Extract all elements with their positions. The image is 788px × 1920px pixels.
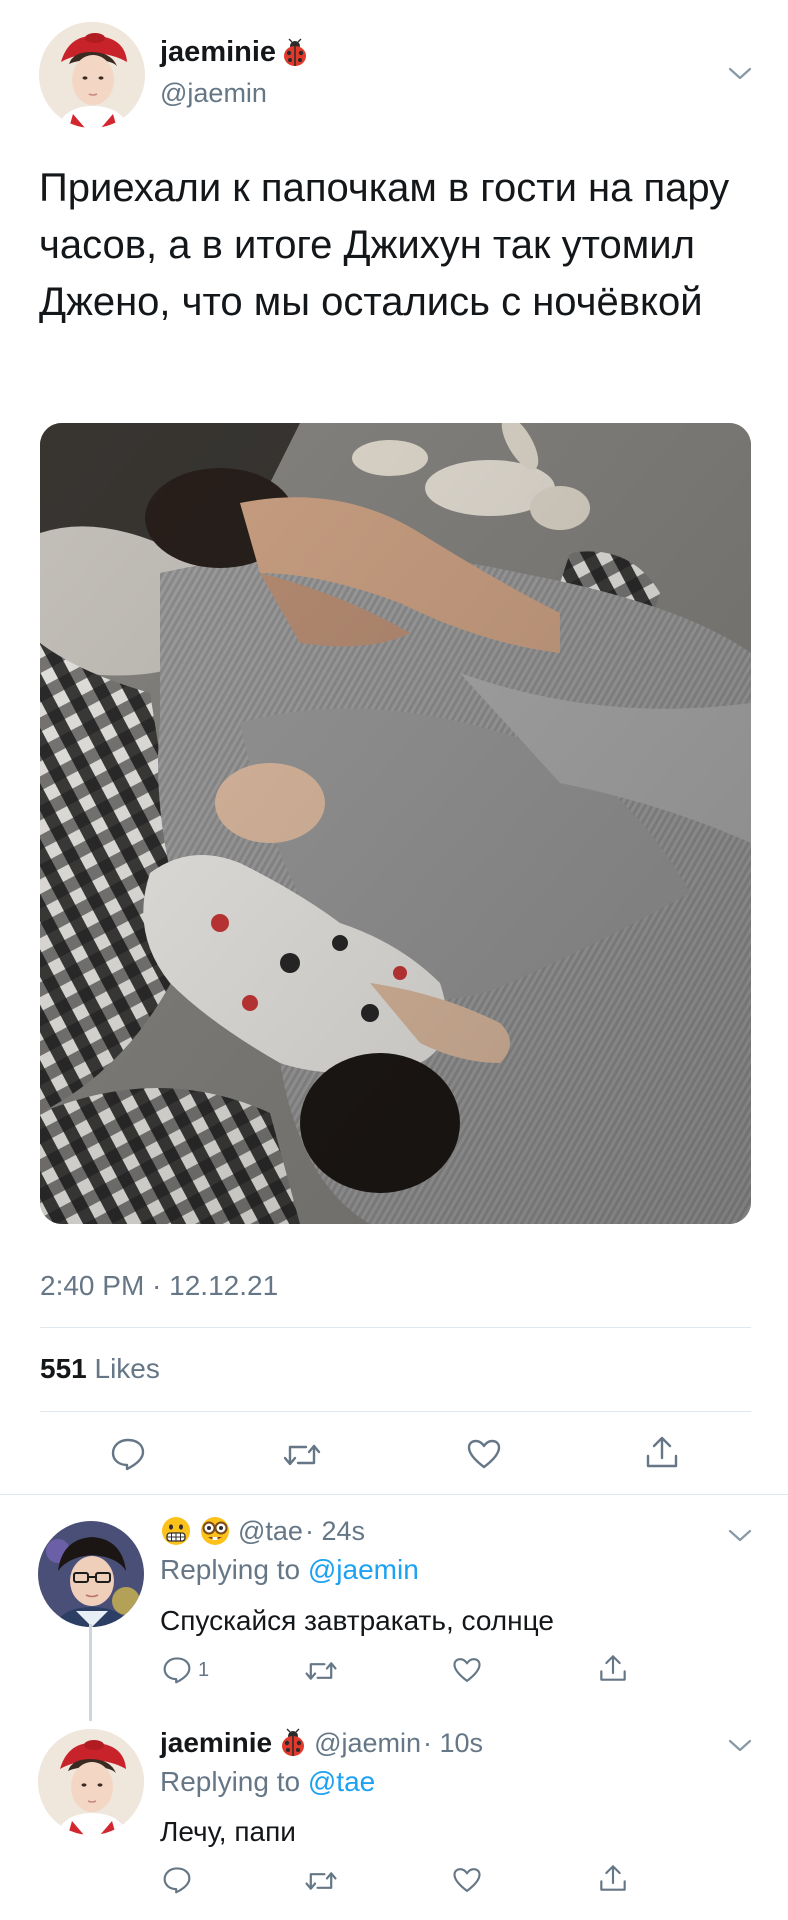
reply-header: jaeminie @jaemin · 10s bbox=[160, 1727, 483, 1759]
reply-header: @tae · 24s bbox=[160, 1515, 365, 1547]
author-handle[interactable]: @jaemin bbox=[160, 78, 267, 109]
replying-to: Replying to @jaemin bbox=[160, 1554, 419, 1586]
reply-author-avatar[interactable] bbox=[38, 1521, 144, 1627]
author-name[interactable]: jaeminie bbox=[160, 36, 310, 69]
ladybug-emoji bbox=[280, 38, 310, 68]
grimacing-face-emoji bbox=[160, 1515, 192, 1547]
share-icon bbox=[644, 1434, 680, 1470]
share-icon bbox=[598, 1863, 628, 1893]
reply-author-handle[interactable]: @tae bbox=[238, 1516, 303, 1547]
author-avatar[interactable] bbox=[39, 22, 145, 128]
thread-line bbox=[89, 1624, 92, 1721]
retweet-button[interactable] bbox=[304, 1868, 338, 1894]
nerd-face-emoji bbox=[198, 1515, 232, 1547]
reply-button[interactable] bbox=[110, 1437, 146, 1471]
likes-count[interactable]: 551 Likes bbox=[40, 1353, 160, 1385]
reply-time: · 10s bbox=[423, 1727, 484, 1758]
replying-to-link[interactable]: @tae bbox=[308, 1766, 375, 1797]
likes-number: 551 bbox=[40, 1353, 87, 1384]
like-button[interactable] bbox=[452, 1656, 482, 1684]
likes-label: Likes bbox=[94, 1353, 160, 1384]
reply-text: Лечу, папи bbox=[160, 1816, 296, 1847]
tweet-text: Приехали к папочкам в гости на пару часо… bbox=[39, 166, 730, 324]
divider bbox=[40, 1327, 751, 1328]
heart-icon bbox=[466, 1438, 502, 1470]
reply-author-name[interactable]: jaeminie bbox=[160, 1727, 272, 1759]
chevron-down-icon[interactable] bbox=[727, 1528, 753, 1544]
replying-to-link[interactable]: @jaemin bbox=[308, 1554, 419, 1585]
like-button[interactable] bbox=[452, 1866, 482, 1894]
reply-count: 1 bbox=[198, 1658, 210, 1681]
retweet-button[interactable] bbox=[304, 1658, 338, 1684]
tweet-timestamp[interactable]: 2:40 PM · 12.12.21 bbox=[40, 1270, 278, 1302]
chevron-down-icon[interactable] bbox=[727, 66, 753, 82]
divider bbox=[0, 1494, 788, 1495]
reply-button[interactable] bbox=[162, 1866, 192, 1894]
reply-author-handle[interactable]: @jaemin bbox=[314, 1728, 421, 1759]
heart-icon bbox=[452, 1866, 482, 1894]
chevron-down-icon[interactable] bbox=[727, 1738, 753, 1754]
author-name-text: jaeminie bbox=[160, 36, 277, 68]
replying-prefix: Replying to bbox=[160, 1766, 301, 1797]
share-button[interactable] bbox=[644, 1434, 680, 1470]
share-icon bbox=[598, 1653, 628, 1683]
share-button[interactable] bbox=[598, 1653, 628, 1683]
reply-icon bbox=[110, 1437, 146, 1471]
reply-author-avatar[interactable] bbox=[38, 1729, 144, 1835]
share-button[interactable] bbox=[598, 1863, 628, 1893]
reply-button[interactable]: 1 bbox=[162, 1656, 209, 1684]
retweet-icon bbox=[304, 1658, 338, 1684]
replying-to: Replying to @tae bbox=[160, 1766, 375, 1798]
heart-icon bbox=[452, 1656, 482, 1684]
like-button[interactable] bbox=[466, 1438, 502, 1470]
divider bbox=[40, 1411, 751, 1412]
tweet-photo[interactable] bbox=[40, 423, 751, 1224]
reply-time: · 24s bbox=[304, 1515, 365, 1546]
retweet-icon bbox=[304, 1868, 338, 1894]
retweet-button[interactable] bbox=[282, 1440, 322, 1470]
replying-prefix: Replying to bbox=[160, 1554, 301, 1585]
reply-icon bbox=[162, 1656, 192, 1684]
reply-icon bbox=[162, 1866, 192, 1894]
ladybug-emoji bbox=[278, 1728, 308, 1758]
reply-text: Спускайся завтракать, солнце bbox=[160, 1605, 554, 1636]
retweet-icon bbox=[282, 1440, 322, 1470]
